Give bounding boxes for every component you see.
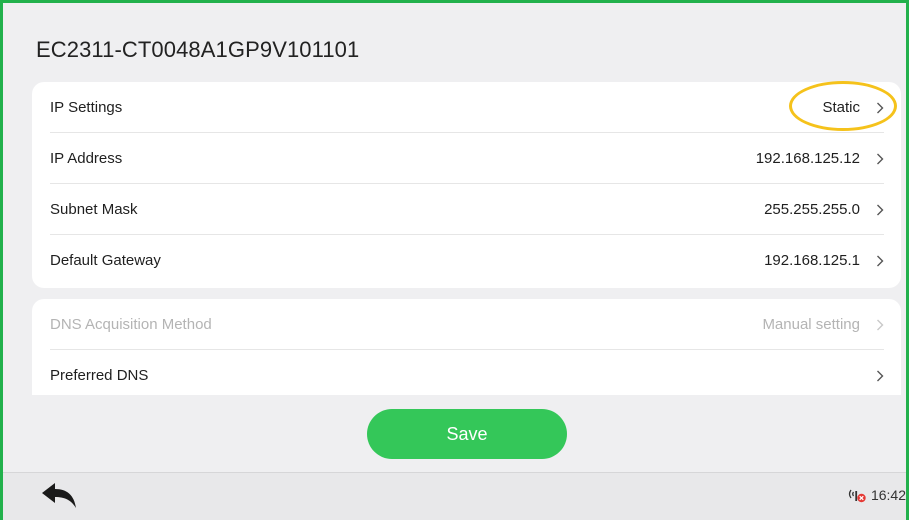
dns-acquisition-method-value: Manual setting: [762, 316, 860, 333]
network-disconnected-icon: [848, 489, 866, 503]
default-gateway-row[interactable]: Default Gateway 192.168.125.1: [50, 235, 884, 286]
default-gateway-value: 192.168.125.1: [764, 252, 860, 269]
dns-acquisition-method-label: DNS Acquisition Method: [50, 316, 212, 333]
status-time: 16:42: [870, 487, 906, 503]
chevron-right-icon: [864, 102, 884, 114]
bottom-navigation-bar: 16:42: [3, 472, 906, 520]
subnet-mask-label: Subnet Mask: [50, 201, 138, 218]
settings-screen: EC2311-CT0048A1GP9V101101 IP Settings St…: [0, 0, 909, 520]
chevron-right-icon: [864, 319, 884, 331]
chevron-right-icon: [864, 153, 884, 165]
ip-settings-card: IP Settings Static IP Address 192.168.12…: [32, 82, 901, 288]
status-area: 16:42: [847, 487, 906, 503]
preferred-dns-label: Preferred DNS: [50, 367, 149, 384]
chevron-right-icon: [864, 255, 884, 267]
chevron-right-icon: [864, 370, 884, 382]
page-title: EC2311-CT0048A1GP9V101101: [36, 37, 360, 62]
ip-settings-row[interactable]: IP Settings Static: [50, 82, 884, 133]
ip-address-label: IP Address: [50, 150, 123, 167]
default-gateway-label: Default Gateway: [50, 252, 161, 269]
subnet-mask-row[interactable]: Subnet Mask 255.255.255.0: [50, 184, 884, 235]
subnet-mask-value: 255.255.255.0: [764, 201, 860, 218]
save-button[interactable]: Save: [367, 409, 567, 459]
back-arrow-icon[interactable]: [41, 483, 77, 509]
ip-settings-value: Static: [822, 99, 860, 116]
ip-settings-label: IP Settings: [50, 99, 123, 116]
dns-acquisition-method-row: DNS Acquisition Method Manual setting: [50, 299, 884, 350]
ip-address-value: 192.168.125.12: [755, 150, 860, 167]
chevron-right-icon: [864, 204, 884, 216]
ip-address-row[interactable]: IP Address 192.168.125.12: [50, 133, 884, 184]
dns-settings-card: DNS Acquisition Method Manual setting Pr…: [32, 299, 901, 395]
preferred-dns-row[interactable]: Preferred DNS: [50, 350, 884, 395]
